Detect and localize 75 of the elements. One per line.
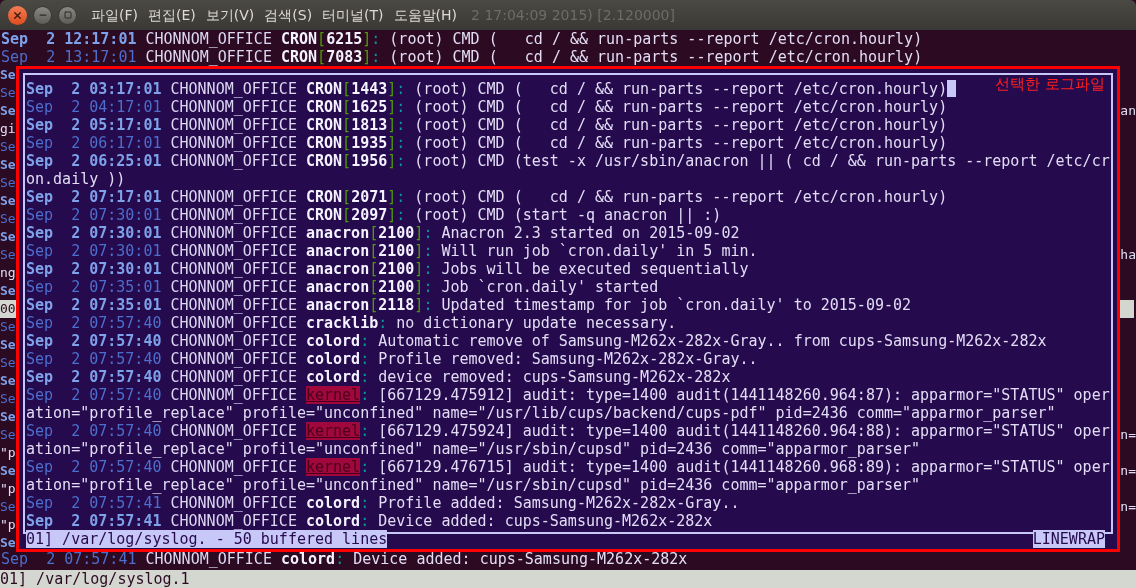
- log-line: Sep 2 07:17:01 CHONNOM_OFFICE CRON[2071]: (root) CMD ( cd / && run-parts --report /etc/cron.hourly): [26, 188, 948, 206]
- log-line: Sep 2 07:57:40 CHONNOM_OFFICE colord: Profile removed: Samsung-M262x-282x-Gray..: [26, 350, 758, 368]
- line-fragment: "p: [0, 444, 16, 462]
- log-line: ation="profile_replace" profile="unconfined" name="/usr/sbin/cupsd" pid=2436 comm="apparmor_parser": [26, 440, 921, 458]
- line-fragment: Se: [0, 210, 16, 228]
- line-fragment: Se: [0, 318, 16, 336]
- line-fragment: Se: [0, 102, 16, 120]
- line-fragment: Se: [0, 534, 16, 552]
- line-fragment: an: [1120, 102, 1136, 120]
- log-line: Sep 2 07:35:01 CHONNOM_OFFICE anacron[2118]: Updated timestamp for job `cron.daily' to 2015-09-02: [26, 296, 912, 314]
- log-line: Sep 2 07:30:01 CHONNOM_OFFICE anacron[2100]: Jobs will be executed sequentially: [26, 260, 749, 278]
- log-line: Sep 2 12:17:01 CHONNOM_OFFICE CRON[6215]: (root) CMD ( cd / && run-parts --report /etc/cron.hourly): [1, 30, 923, 48]
- line-fragment: Se: [0, 84, 16, 102]
- log-line: Sep 2 04:17:01 CHONNOM_OFFICE CRON[1625]: (root) CMD ( cd / && run-parts --report /etc/cron.hourly): [26, 98, 948, 116]
- line-fragment: Se: [0, 498, 16, 516]
- log-line: Sep 2 07:35:01 CHONNOM_OFFICE anacron[2100]: Job `cron.daily' started: [26, 278, 659, 296]
- line-fragment: ng: [0, 264, 16, 282]
- maximize-button[interactable]: [58, 5, 77, 25]
- line-fragment: Se: [0, 462, 16, 480]
- maximize-icon: [63, 11, 72, 19]
- line-fragment: "p: [0, 516, 16, 534]
- line-fragment: Se: [0, 156, 16, 174]
- log-line: Sep 2 07:57:41 CHONNOM_OFFICE colord: Device added: cups-Samsung-M262x-282x: [26, 512, 713, 530]
- line-fragment: Se: [0, 408, 16, 426]
- status-bar-text: 01] /var/log/syslog.1: [0, 570, 190, 588]
- menu-item[interactable]: 편집(E): [148, 4, 196, 26]
- close-button[interactable]: [8, 5, 27, 25]
- line-fragment: Se: [0, 192, 16, 210]
- log-line: Sep 2 07:57:40 CHONNOM_OFFICE kernel: [667129.476715] audit: type=1400 audit(1441148260.968:89): apparmor="STATUS" oper: [26, 458, 1110, 476]
- line-fragment: Se: [0, 246, 16, 264]
- status-text: 01] /var/log/syslog. - 50 buffered lines: [26, 530, 388, 548]
- log-line: Sep 2 03:17:01 CHONNOM_OFFICE CRON[1443]: (root) CMD ( cd / && run-parts --report /etc/cron.hourly): [26, 80, 957, 98]
- line-fragment: Se: [0, 336, 16, 354]
- log-line: Sep 2 07:57:41 CHONNOM_OFFICE colord: Profile added: Samsung-M262x-282x-Gray..: [26, 494, 740, 512]
- log-line: Sep 2 07:57:40 CHONNOM_OFFICE kernel: [667129.475912] audit: type=1400 audit(1441148260.964:87): apparmor="STATUS" oper: [26, 386, 1110, 404]
- line-fragment: Se: [0, 138, 16, 156]
- log-line: Sep 2 13:17:01 CHONNOM_OFFICE CRON[7083]: (root) CMD ( cd / && run-parts --report /etc/cron.hourly): [1, 48, 923, 66]
- log-line: Sep 2 07:57:40 CHONNOM_OFFICE cracklib: no dictionary update necessary.: [26, 314, 677, 332]
- log-line: Sep 2 07:57:41 CHONNOM_OFFICE colord: Device added: cups-Samsung-M262x-282x: [1, 550, 688, 568]
- line-fragment: Se: [0, 228, 16, 246]
- log-line: Sep 2 06:17:01 CHONNOM_OFFICE CRON[1935]: (root) CMD ( cd / && run-parts --report /etc/cron.hourly): [26, 134, 948, 152]
- minimize-button[interactable]: [33, 5, 52, 25]
- line-fragment: n=: [1120, 426, 1136, 444]
- line-fragment: n=: [1120, 462, 1136, 480]
- line-fragment: gi: [0, 120, 16, 138]
- line-fragment: Se: [0, 174, 16, 192]
- close-icon: [12, 9, 23, 21]
- line-fragment: 00: [0, 300, 16, 318]
- log-line: Sep 2 07:57:40 CHONNOM_OFFICE colord: device removed: cups-Samsung-M262x-282x: [26, 368, 731, 386]
- line-fragment: Se: [0, 426, 16, 444]
- menu-item[interactable]: 도움말(H): [393, 4, 458, 26]
- menu-item[interactable]: 보기(V): [205, 4, 255, 26]
- menu-item[interactable]: 파일(F): [91, 4, 138, 26]
- line-fragment: n=: [1120, 498, 1136, 516]
- log-line: Sep 2 07:30:01 CHONNOM_OFFICE CRON[2097]: (root) CMD (start -q anacron || :): [26, 206, 722, 224]
- log-line: on.daily )): [26, 170, 126, 188]
- log-line: Sep 2 07:30:01 CHONNOM_OFFICE anacron[2100]: Will run job `cron.daily' in 5 min.: [26, 242, 758, 260]
- menu-item[interactable]: 검색(S): [264, 4, 313, 26]
- line-fragment: Se: [0, 390, 16, 408]
- annotation-label: 선택한 로그파일: [995, 75, 1105, 93]
- line-fragment: Se: [0, 282, 16, 300]
- log-line: Sep 2 05:17:01 CHONNOM_OFFICE CRON[1813]: (root) CMD ( cd / && run-parts --report /etc/cron.hourly): [26, 116, 948, 134]
- log-line: Sep 2 07:57:40 CHONNOM_OFFICE kernel: [667129.475924] audit: type=1400 audit(1441148260.964:88): apparmor="STATUS" oper: [26, 422, 1110, 440]
- line-fragment: Se: [0, 66, 16, 84]
- line-fragment: "p: [0, 480, 16, 498]
- log-line: Sep 2 06:25:01 CHONNOM_OFFICE CRON[1956]: (root) CMD (test -x /usr/sbin/anacron || ( cd / && run-parts --report /etc/cr: [26, 152, 1110, 170]
- menu-item[interactable]: 터미널(T): [322, 4, 384, 26]
- log-line: ation="profile_replace" profile="unconfined" name="/usr/sbin/cupsd" pid=2436 comm="apparmor_parser": [26, 476, 921, 494]
- line-fragment: Se: [0, 354, 16, 372]
- log-line: Sep 2 07:30:01 CHONNOM_OFFICE anacron[2100]: Anacron 2.3 started on 2015-09-02: [26, 224, 740, 242]
- line-fragment: Se: [0, 372, 16, 390]
- log-line: Sep 2 07:57:40 CHONNOM_OFFICE colord: Automatic remove of Samsung-M262x-282x-Gray.. from cups-Samsung-M262x-282x: [26, 332, 1047, 350]
- line-fragment: ha: [1120, 246, 1136, 264]
- log-line: ation="profile_replace" profile="unconfined" name="/usr/lib/cups/backend/cups-pdf" pid=2436 comm="apparmor_parser": [26, 404, 1056, 422]
- mode-indicator: LINEWRAP: [1032, 530, 1105, 548]
